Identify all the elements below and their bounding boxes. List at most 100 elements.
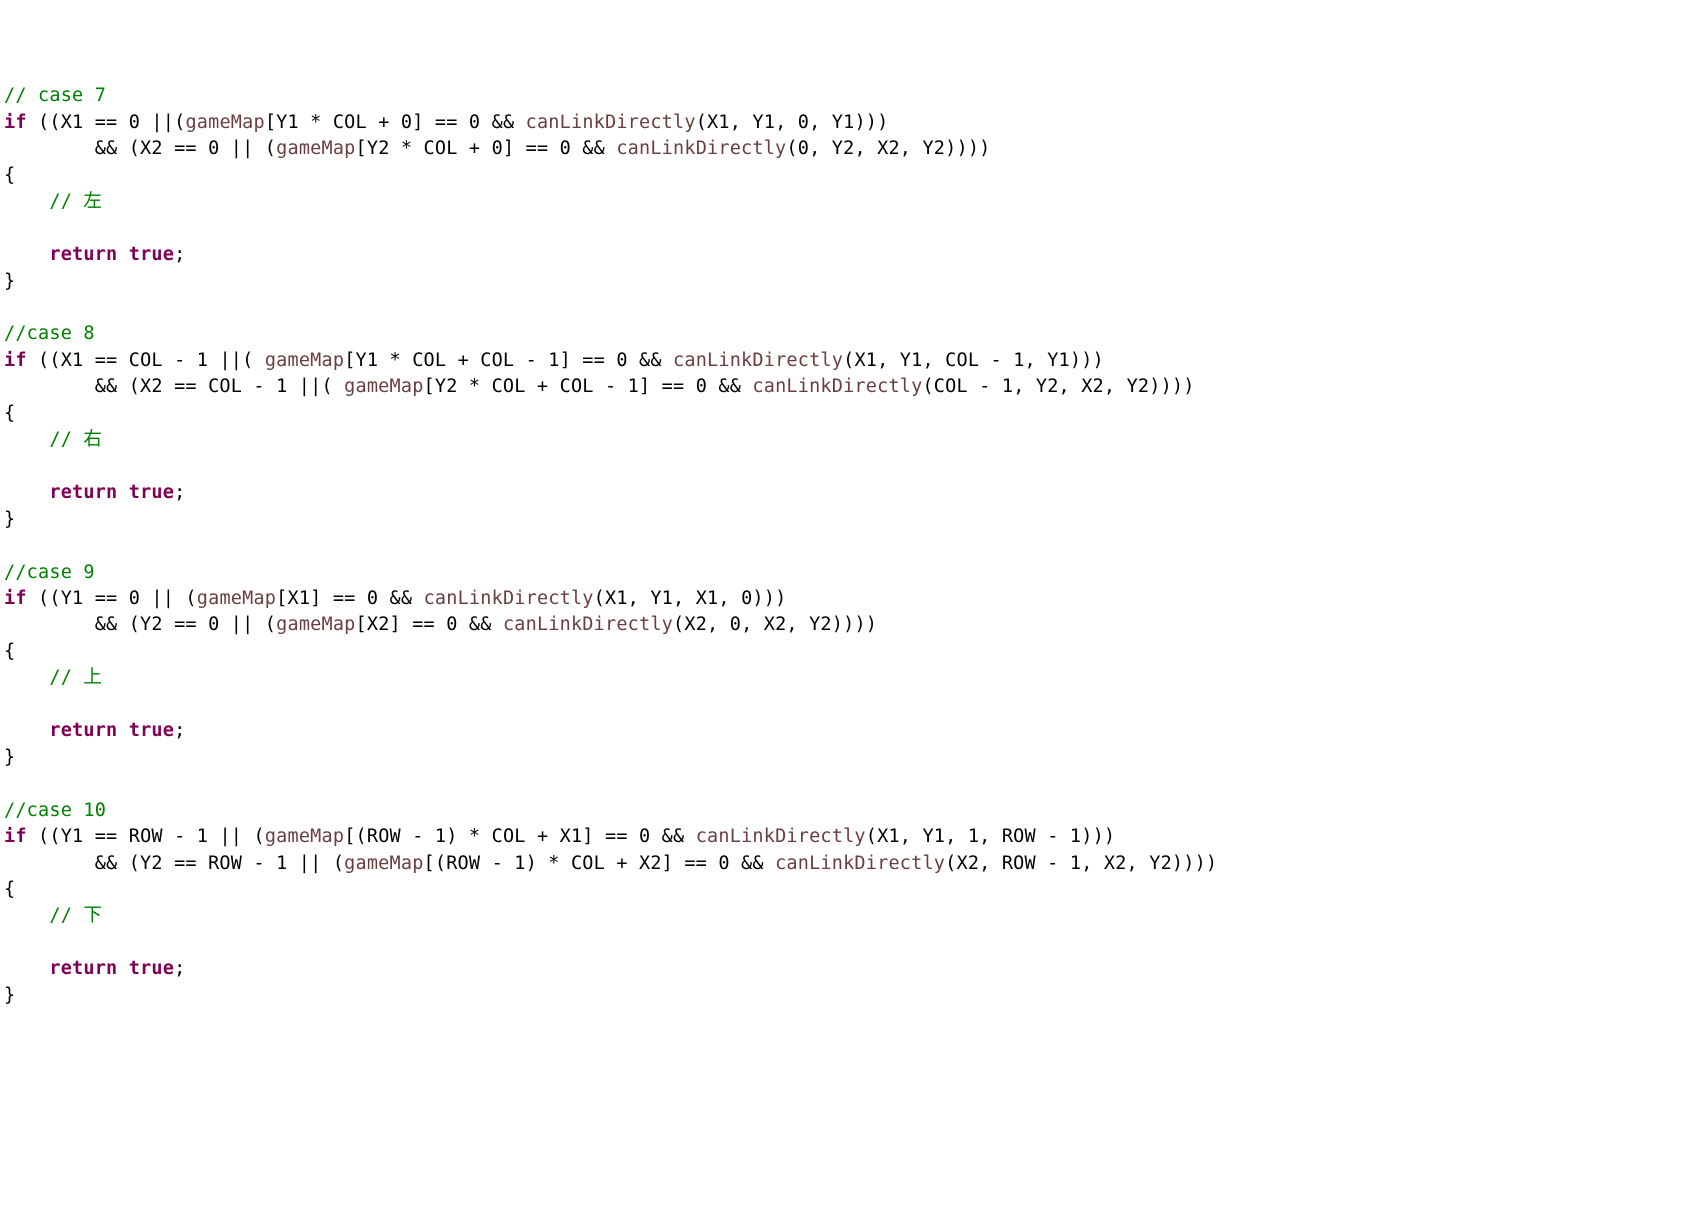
code-text: ] == (560, 350, 617, 371)
code-text: && (X2 == (4, 138, 208, 159)
indent (4, 482, 49, 503)
identifier-canlinkdirectly: canLinkDirectly (696, 826, 866, 847)
code-text: && (730, 853, 775, 874)
code-text: && (628, 350, 673, 371)
number: 0 (469, 112, 480, 133)
keyword-if: if (4, 826, 27, 847)
code-line: // 下 (4, 903, 1691, 929)
number: 0 (718, 853, 729, 874)
code-text: ((Y1 == ROW - (27, 826, 197, 847)
number: 1 (628, 376, 639, 397)
identifier-gamemap: gameMap (344, 853, 423, 874)
number: 0 (730, 614, 741, 635)
brace: } (4, 747, 15, 768)
code-line: if ((X1 == COL - 1 ||( gameMap[Y1 * COL … (4, 348, 1691, 374)
number: 0 (208, 614, 219, 635)
code-text: [X1] == (276, 588, 367, 609)
brace: } (4, 509, 15, 530)
keyword-true: true (129, 244, 174, 265)
number: 0 (798, 138, 809, 159)
indent (4, 720, 49, 741)
code-text: ))) (1081, 826, 1115, 847)
code-line (4, 692, 1691, 718)
identifier-canlinkdirectly: canLinkDirectly (424, 588, 594, 609)
identifier-gamemap: gameMap (344, 376, 423, 397)
code-line: return true; (4, 956, 1691, 982)
number: 0 (560, 138, 571, 159)
identifier-canlinkdirectly: canLinkDirectly (526, 112, 696, 133)
keyword-true: true (129, 958, 174, 979)
identifier-gamemap: gameMap (197, 588, 276, 609)
code-line: { (4, 163, 1691, 189)
code-text: && (X2 == COL - (4, 376, 276, 397)
brace: { (4, 879, 15, 900)
code-text: ] == (639, 376, 696, 397)
code-text: [X2] == (356, 614, 447, 635)
keyword-if: if (4, 588, 27, 609)
code-text: ( (786, 138, 797, 159)
code-line (4, 930, 1691, 956)
code-text: && (378, 588, 423, 609)
number: 0 (798, 112, 809, 133)
code-line: && (X2 == COL - 1 ||( gameMap[Y2 * COL +… (4, 374, 1691, 400)
code-text: [(ROW - (424, 853, 515, 874)
identifier-canlinkdirectly: canLinkDirectly (616, 138, 786, 159)
code-text: (X2, ROW - (945, 853, 1070, 874)
keyword-if: if (4, 350, 27, 371)
code-text: ) * COL + X2] == (526, 853, 719, 874)
space (117, 244, 128, 265)
code-line (4, 216, 1691, 242)
number: 1 (968, 826, 979, 847)
code-text: && (480, 112, 525, 133)
number: 0 (367, 588, 378, 609)
number: 1 (197, 826, 208, 847)
comment: // case 7 (4, 85, 106, 106)
code-line: } (4, 507, 1691, 533)
code-text: , Y1))) (809, 112, 888, 133)
number: 0 (129, 112, 140, 133)
code-text: ] == (412, 112, 469, 133)
semicolon: ; (174, 482, 185, 503)
comment: // 左 (4, 191, 102, 212)
code-text: [Y1 * COL + COL - (344, 350, 548, 371)
space (117, 482, 128, 503)
semicolon: ; (174, 958, 185, 979)
comment: // 下 (4, 905, 102, 926)
code-line: && (Y2 == 0 || (gameMap[X2] == 0 && canL… (4, 612, 1691, 638)
code-line: //case 8 (4, 321, 1691, 347)
keyword-if: if (4, 112, 27, 133)
keyword-true: true (129, 482, 174, 503)
code-line: } (4, 983, 1691, 1009)
identifier-gamemap: gameMap (265, 350, 344, 371)
code-line (4, 295, 1691, 321)
number: 0 (208, 138, 219, 159)
code-line: { (4, 877, 1691, 903)
code-text: [Y2 * COL + (356, 138, 492, 159)
code-text: && (Y2 == ROW - (4, 853, 276, 874)
code-text: (X1, Y1, (866, 826, 968, 847)
identifier-canlinkdirectly: canLinkDirectly (752, 376, 922, 397)
identifier-gamemap: gameMap (265, 826, 344, 847)
code-line: return true; (4, 242, 1691, 268)
semicolon: ; (174, 244, 185, 265)
keyword-return: return (49, 482, 117, 503)
code-line (4, 454, 1691, 480)
code-line: && (Y2 == ROW - 1 || (gameMap[(ROW - 1) … (4, 851, 1691, 877)
brace: { (4, 403, 15, 424)
code-text: && (707, 376, 752, 397)
space (117, 958, 128, 979)
number: 0 (639, 826, 650, 847)
number: 1 (276, 376, 287, 397)
code-text: ))) (752, 588, 786, 609)
code-line: return true; (4, 718, 1691, 744)
code-line (4, 533, 1691, 559)
keyword-return: return (49, 244, 117, 265)
number: 0 (492, 138, 503, 159)
code-text: (X1, Y1, COL - (843, 350, 1013, 371)
code-block: // case 7if ((X1 == 0 ||(gameMap[Y1 * CO… (4, 83, 1691, 1009)
identifier-gamemap: gameMap (276, 138, 355, 159)
identifier-gamemap: gameMap (185, 112, 264, 133)
number: 0 (616, 350, 627, 371)
code-text: , ROW - (979, 826, 1070, 847)
comment: //case 9 (4, 562, 95, 583)
